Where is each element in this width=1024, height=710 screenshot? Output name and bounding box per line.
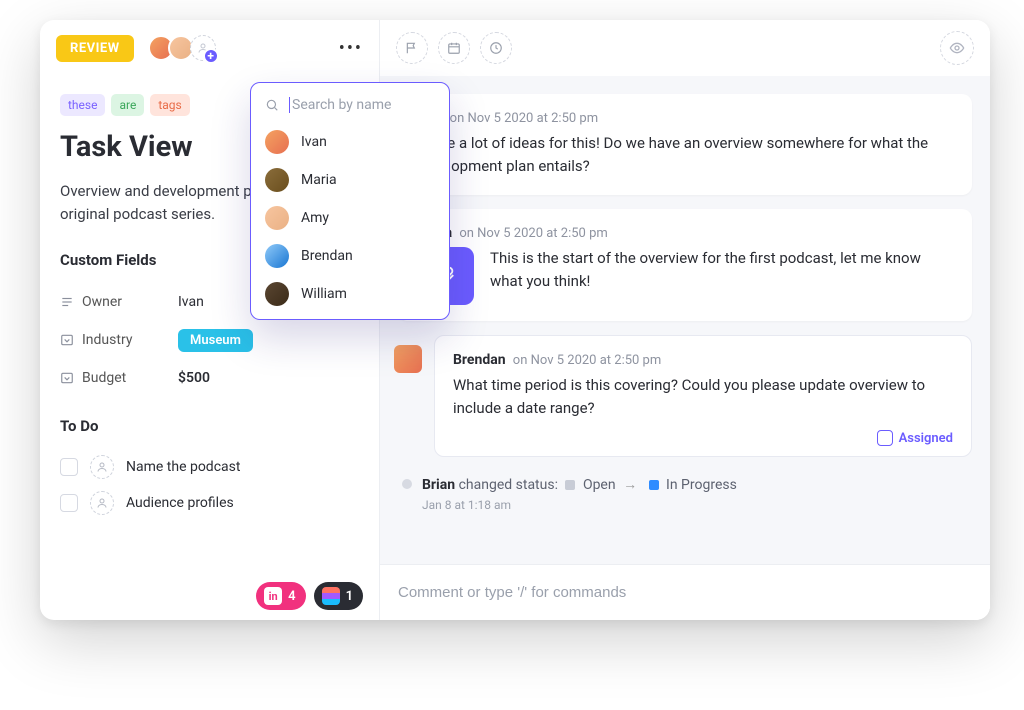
status-badge[interactable]: REVIEW bbox=[56, 35, 134, 62]
checkbox-icon bbox=[877, 430, 893, 446]
status-color-to bbox=[649, 480, 659, 490]
people-name: Ivan bbox=[301, 134, 327, 150]
custom-field-value[interactable]: Ivan bbox=[178, 294, 204, 310]
comment: Ivan on Nov 5 2020 at 2:50 pm I have a l… bbox=[398, 94, 972, 195]
assigned-chip[interactable]: Assigned bbox=[453, 430, 953, 446]
checkbox[interactable] bbox=[60, 458, 78, 476]
custom-field-value[interactable]: $500 bbox=[178, 370, 210, 386]
add-assignee-button[interactable]: + bbox=[190, 35, 216, 61]
tag[interactable]: are bbox=[111, 94, 144, 116]
todo-item[interactable]: Name the podcast bbox=[60, 449, 359, 485]
section-heading-todo: To Do bbox=[60, 417, 359, 435]
comment-body: What time period is this covering? Could… bbox=[453, 374, 953, 421]
pill-count: 1 bbox=[346, 589, 353, 604]
people-name: William bbox=[301, 286, 347, 302]
more-menu-button[interactable]: ••• bbox=[339, 38, 363, 59]
figma-icon bbox=[322, 587, 340, 605]
todo-label: Audience profiles bbox=[126, 495, 234, 511]
dropdown-field-icon bbox=[60, 333, 82, 347]
people-option[interactable]: Maria bbox=[251, 161, 449, 199]
assigned-label: Assigned bbox=[899, 431, 953, 446]
integration-pills: in 4 1 bbox=[256, 582, 363, 610]
comment-timestamp: on Nov 5 2020 at 2:50 pm bbox=[513, 353, 661, 368]
avatar bbox=[394, 345, 422, 373]
comment: Maria on Nov 5 2020 at 2:50 pm This is t… bbox=[398, 209, 972, 321]
people-option[interactable]: Brendan bbox=[251, 237, 449, 275]
comments-feed: Ivan on Nov 5 2020 at 2:50 pm I have a l… bbox=[380, 76, 990, 564]
time-button[interactable] bbox=[480, 32, 512, 64]
plus-icon: + bbox=[203, 48, 219, 64]
activity-from: Open bbox=[583, 477, 616, 493]
people-option[interactable]: William bbox=[251, 275, 449, 313]
comment-author: Brendan bbox=[453, 352, 506, 368]
todo-item[interactable]: Audience profiles bbox=[60, 485, 359, 521]
comment-input[interactable] bbox=[398, 584, 972, 601]
text-cursor bbox=[289, 97, 290, 113]
app-window: REVIEW + ••• these are tags Task View bbox=[40, 20, 990, 620]
people-name: Amy bbox=[301, 210, 329, 226]
tag[interactable]: these bbox=[60, 94, 105, 116]
custom-field-label: Budget bbox=[82, 370, 178, 386]
assignee-avatars: + bbox=[148, 35, 216, 61]
search-placeholder: Search by name bbox=[292, 97, 391, 113]
checkbox[interactable] bbox=[60, 494, 78, 512]
activity-dot-icon bbox=[402, 479, 412, 489]
comment-body: This is the start of the overview for th… bbox=[490, 247, 954, 294]
comment-body: I have a lot of ideas for this! Do we ha… bbox=[416, 132, 954, 179]
figma-pill[interactable]: 1 bbox=[314, 582, 363, 610]
text-field-icon bbox=[60, 295, 82, 309]
people-search-input[interactable]: Search by name bbox=[251, 93, 449, 123]
people-name: Brendan bbox=[301, 248, 353, 264]
comment-timestamp: on Nov 5 2020 at 2:50 pm bbox=[450, 111, 598, 126]
comment-composer[interactable] bbox=[380, 564, 990, 620]
custom-field-label: Industry bbox=[82, 332, 178, 348]
activity-to: In Progress bbox=[666, 477, 737, 493]
activity-time: Jan 8 at 1:18 am bbox=[422, 498, 737, 512]
people-name: Maria bbox=[301, 172, 337, 188]
pill-count: 4 bbox=[288, 589, 295, 604]
activity-entry: Brian changed status: Open → In Progress… bbox=[398, 471, 972, 526]
custom-field-row: Budget $500 bbox=[60, 359, 359, 397]
dropdown-field-icon bbox=[60, 371, 82, 385]
search-icon bbox=[265, 98, 279, 112]
assign-todo-icon[interactable] bbox=[90, 491, 114, 515]
custom-field-value[interactable]: Museum bbox=[178, 329, 253, 352]
people-option[interactable]: Amy bbox=[251, 199, 449, 237]
activity-actor: Brian bbox=[422, 477, 455, 493]
custom-field-label: Owner bbox=[82, 294, 178, 310]
activity-verb: changed status: bbox=[459, 477, 558, 493]
status-color-from bbox=[565, 480, 575, 490]
avatar bbox=[265, 130, 289, 154]
threaded-comment: Brendan on Nov 5 2020 at 2:50 pm What ti… bbox=[434, 335, 972, 458]
people-search-popover: Search by name Ivan Maria Amy Brendan Wi… bbox=[250, 82, 450, 320]
right-topbar bbox=[380, 20, 990, 76]
left-topbar: REVIEW + ••• bbox=[40, 20, 379, 76]
assign-todo-icon[interactable] bbox=[90, 455, 114, 479]
comment-timestamp: on Nov 5 2020 at 2:50 pm bbox=[459, 226, 607, 241]
watch-button[interactable] bbox=[940, 31, 974, 65]
avatar bbox=[265, 282, 289, 306]
flag-button[interactable] bbox=[396, 32, 428, 64]
custom-field-row: Industry Museum bbox=[60, 321, 359, 359]
tag[interactable]: tags bbox=[150, 94, 189, 116]
arrow-icon: → bbox=[623, 477, 637, 493]
people-option[interactable]: Ivan bbox=[251, 123, 449, 161]
invision-icon: in bbox=[264, 587, 282, 605]
date-button[interactable] bbox=[438, 32, 470, 64]
avatar bbox=[265, 206, 289, 230]
todo-label: Name the podcast bbox=[126, 459, 240, 475]
avatar bbox=[265, 244, 289, 268]
activity-pane: Ivan on Nov 5 2020 at 2:50 pm I have a l… bbox=[380, 20, 990, 620]
avatar bbox=[265, 168, 289, 192]
invision-pill[interactable]: in 4 bbox=[256, 582, 305, 610]
